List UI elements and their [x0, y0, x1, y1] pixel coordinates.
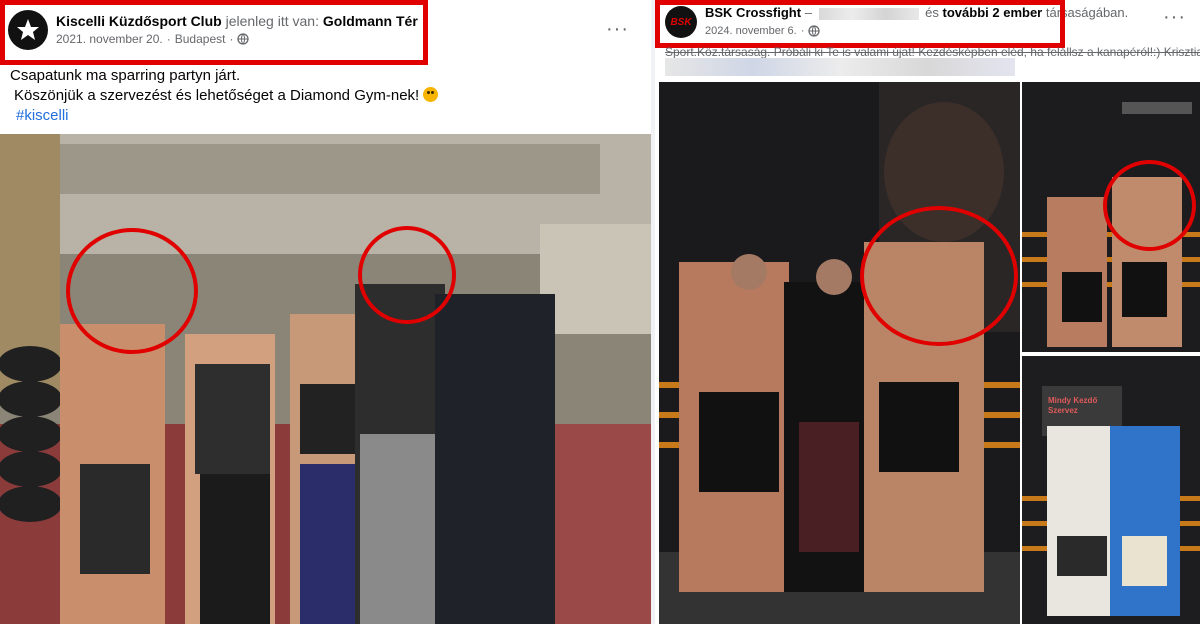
post-date[interactable]: 2024. november 6.: [705, 22, 797, 40]
post-photo[interactable]: [0, 134, 651, 624]
star-logo-icon: [17, 19, 39, 40]
with-suffix: társaságában.: [1045, 5, 1129, 20]
globe-icon: [237, 33, 250, 45]
post-header: BSK BSK Crossfight – és további 2 ember …: [665, 4, 1128, 40]
page-name[interactable]: BSK Crossfight: [705, 5, 801, 20]
post-caption: Csapatunk ma sparring partyn járt. Köszö…: [10, 66, 439, 126]
dash: –: [804, 5, 812, 20]
post-photo-3[interactable]: Mindy Kezdő Szervez: [1022, 356, 1200, 624]
post-photo-main[interactable]: [659, 82, 1020, 624]
page-avatar[interactable]: [8, 10, 48, 50]
others-link[interactable]: további 2 ember: [943, 5, 1043, 20]
with-text: és: [925, 5, 939, 20]
globe-icon: [808, 25, 821, 37]
more-options-icon[interactable]: ···: [606, 18, 629, 41]
post-date[interactable]: 2021. november 20.: [56, 30, 163, 48]
left-post: Kiscelli Küzdősport Club jelenleg itt va…: [0, 0, 651, 624]
caption-text: Sport.Köz.társaság. Próbáli ki Te is val…: [665, 45, 1200, 59]
separator: ·: [800, 25, 805, 37]
banner-text: Mindy Kezdő Szervez: [1048, 396, 1098, 415]
caption-line-1: Csapatunk ma sparring partyn járt.: [10, 67, 241, 84]
separator: ·: [166, 32, 171, 46]
page-avatar[interactable]: BSK: [665, 6, 697, 38]
hashtag-link[interactable]: #kiscelli: [16, 107, 69, 124]
page-name[interactable]: Kiscelli Küzdősport Club: [56, 13, 222, 29]
location-link[interactable]: Goldmann Tér: [323, 13, 418, 29]
more-options-icon[interactable]: ···: [1163, 6, 1186, 29]
right-post: BSK BSK Crossfight – és további 2 ember …: [655, 0, 1200, 624]
blurred-caption: [665, 58, 1015, 76]
smiling-cat-emoji-icon: [423, 87, 439, 102]
post-photo-2[interactable]: [1022, 82, 1200, 352]
post-header: Kiscelli Küzdősport Club jelenleg itt va…: [8, 10, 418, 50]
avatar-logo: BSK: [670, 16, 692, 28]
location-prefix: jelenleg itt van:: [225, 13, 319, 29]
separator: ·: [229, 32, 234, 46]
caption-line-2: Köszönjük a szervezést és lehetőséget a …: [14, 87, 420, 104]
post-place[interactable]: Budapest: [175, 30, 226, 48]
blurred-name: [818, 7, 919, 20]
